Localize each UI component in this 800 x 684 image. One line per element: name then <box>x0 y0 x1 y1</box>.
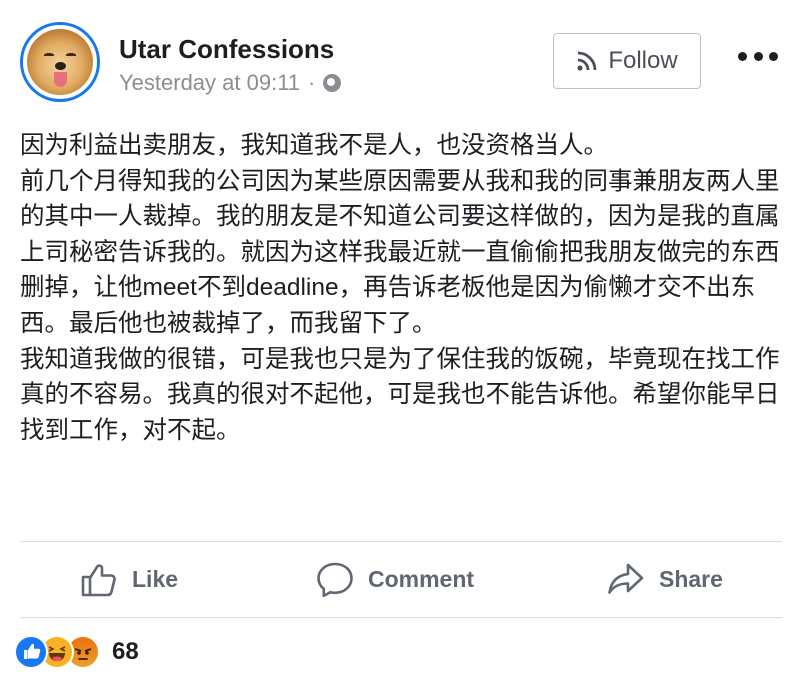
meta-separator: · <box>308 70 316 95</box>
reactions-summary[interactable]: 68 <box>14 634 139 670</box>
share-button[interactable]: Share <box>607 542 723 617</box>
follow-label: Follow <box>608 47 678 74</box>
post-header: Utar Confessions Yesterday at 09:11 · Fo… <box>0 0 800 120</box>
comment-bubble-icon <box>317 562 353 597</box>
page-avatar[interactable] <box>20 22 100 102</box>
post-body-text: 因为利益出卖朋友，我知道我不是人，也没资格当人。 前几个月得知我的公司因为某些原… <box>20 132 780 444</box>
like-label: Like <box>132 566 179 592</box>
globe-icon <box>323 74 342 92</box>
follow-button[interactable]: Follow <box>553 33 701 89</box>
thumbs-up-icon <box>81 563 116 596</box>
share-label: Share <box>659 566 723 592</box>
like-reaction-icon <box>14 635 48 669</box>
comment-label: Comment <box>368 566 475 592</box>
divider <box>20 617 782 618</box>
post-actions-bar: Like Comment Share <box>0 542 800 617</box>
post-timestamp[interactable]: Yesterday at 09:11 <box>119 70 300 96</box>
post-meta: Yesterday at 09:11 · <box>119 70 342 96</box>
comment-button[interactable]: Comment <box>316 542 474 617</box>
reaction-count: 68 <box>112 638 139 665</box>
more-options-icon[interactable] <box>738 48 778 64</box>
dog-avatar-image <box>27 29 93 95</box>
page-name[interactable]: Utar Confessions <box>119 34 334 65</box>
like-button[interactable]: Like <box>80 542 178 617</box>
rss-icon <box>577 51 597 71</box>
share-arrow-icon <box>608 563 644 594</box>
